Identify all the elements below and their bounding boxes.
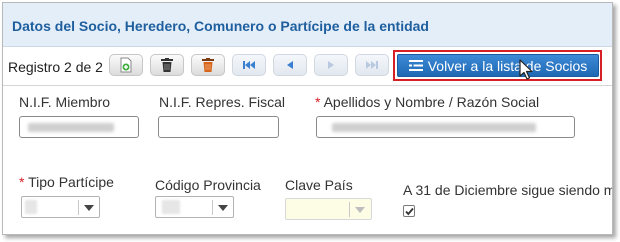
nif-miembro-field[interactable]: [19, 116, 139, 138]
chevron-down-icon: [84, 205, 94, 211]
clave-pais-label: Clave País: [285, 177, 353, 193]
list-icon: [408, 60, 423, 71]
trash-orange-icon: [202, 58, 214, 72]
select-divider: [78, 200, 79, 215]
chevron-down-icon: [355, 207, 365, 213]
next-record-button[interactable]: [314, 54, 348, 76]
apellidos-field[interactable]: [316, 116, 575, 138]
last-record-button[interactable]: [355, 54, 389, 76]
required-mark: *: [315, 94, 321, 110]
clave-pais-select: [285, 198, 372, 220]
a31-diciembre-label: A 31 de Diciembre sigue siendo m: [403, 182, 613, 198]
checkmark-icon: [405, 207, 414, 216]
new-record-button[interactable]: [109, 54, 143, 76]
apellidos-label: * Apellidos y Nombre / Razón Social: [315, 94, 539, 110]
redacted-value: [28, 123, 114, 132]
last-record-icon: [366, 61, 378, 69]
first-record-button[interactable]: [232, 54, 266, 76]
previous-record-button[interactable]: [273, 54, 307, 76]
next-record-icon: [328, 61, 334, 69]
delete-button[interactable]: [150, 54, 184, 76]
nif-repres-field[interactable]: [158, 116, 279, 138]
nif-repres-label: N.I.F. Repres. Fiscal: [159, 94, 286, 110]
nif-miembro-label: N.I.F. Miembro: [19, 94, 111, 110]
delete-all-button[interactable]: [191, 54, 225, 76]
redacted-value: [332, 123, 536, 132]
new-document-icon: [120, 57, 132, 73]
panel-title: Datos del Socio, Heredero, Comunero o Pa…: [12, 18, 429, 34]
select-divider: [349, 202, 350, 217]
panel-header: Datos del Socio, Heredero, Comunero o Pa…: [3, 3, 612, 47]
tipo-participe-select[interactable]: [21, 196, 100, 218]
redacted-value: [25, 200, 37, 214]
redacted-value: [162, 200, 180, 214]
chevron-down-icon: [218, 205, 228, 211]
back-to-list-label: Volver a la lista de Socios: [427, 57, 588, 74]
select-divider: [212, 200, 213, 215]
previous-record-icon: [287, 61, 293, 69]
a31-diciembre-checkbox[interactable]: [403, 205, 415, 217]
codigo-provincia-select[interactable]: [155, 196, 234, 218]
tipo-participe-label: * Tipo Partícipe: [19, 174, 114, 190]
record-counter: Registro 2 de 2: [8, 59, 103, 75]
mouse-cursor-icon: [519, 59, 533, 80]
required-mark: *: [19, 174, 25, 190]
back-to-list-button[interactable]: Volver a la lista de Socios: [397, 54, 599, 77]
apellidos-label-text: Apellidos y Nombre / Razón Social: [323, 94, 540, 110]
trash-icon: [161, 58, 173, 72]
codigo-provincia-label: Código Provincia: [155, 177, 261, 193]
tipo-participe-label-text: Tipo Partícipe: [28, 174, 114, 190]
first-record-icon: [243, 61, 255, 69]
form-panel: Datos del Socio, Heredero, Comunero o Pa…: [2, 2, 613, 235]
